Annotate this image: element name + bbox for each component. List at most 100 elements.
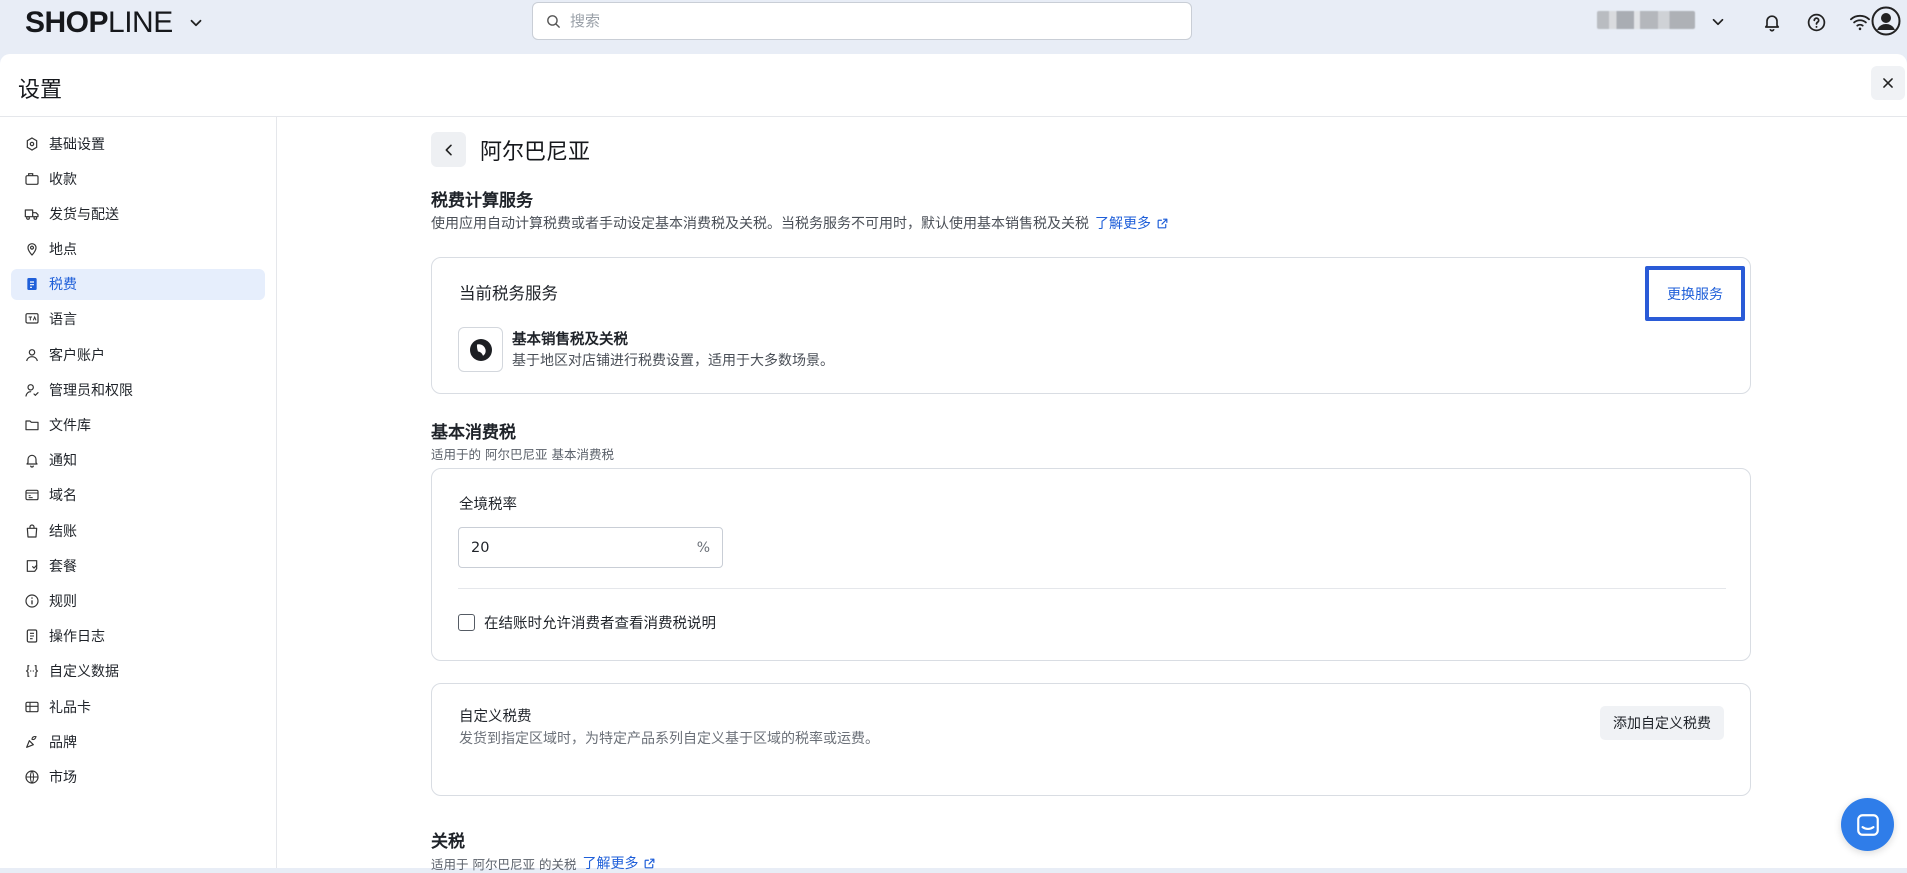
duties-desc: 适用于 阿尔巴尼亚 的关税 了解更多: [431, 853, 656, 873]
sidebar-item-15[interactable]: 自定义数据: [11, 656, 265, 687]
bell-icon[interactable]: [1759, 9, 1785, 35]
brand-icon: [24, 734, 40, 750]
sidebar-item-label: 客户账户: [49, 347, 105, 364]
divider: [458, 588, 1726, 589]
close-button[interactable]: [1871, 66, 1905, 100]
folder-icon: [24, 417, 40, 433]
shopline-tax-logo-icon: [469, 338, 492, 361]
sidebar-item-4[interactable]: 税费: [11, 268, 265, 300]
sidebar-item-label: 基础设置: [49, 136, 105, 153]
sidebar-item-13[interactable]: 规则: [11, 585, 265, 616]
show-tax-note-checkbox-row[interactable]: 在结账时允许消费者查看消费税说明: [458, 612, 716, 633]
show-tax-note-label: 在结账时允许消费者查看消费税说明: [484, 616, 716, 632]
sidebar-item-label: 税费: [49, 277, 77, 294]
tax-rate-field[interactable]: %: [458, 527, 723, 568]
domain-icon: [24, 487, 40, 503]
service-name: 基本销售税及关税: [512, 332, 628, 348]
basic-tax-card: 全境税率 % 在结账时允许消费者查看消费税说明: [431, 468, 1751, 661]
service-desc: 基于地区对店铺进行税费设置，适用于大多数场景。: [512, 353, 834, 369]
truck-icon: [24, 206, 40, 222]
tax-service-desc-text: 使用应用自动计算税费或者手动设定基本消费税及关税。当税务服务不可用时，默认使用基…: [431, 216, 1089, 232]
chevron-left-icon: [445, 144, 452, 155]
sidebar-item-label: 发货与配送: [49, 206, 119, 223]
sidebar-item-11[interactable]: 结账: [11, 515, 265, 546]
country-title: 阿尔巴尼亚: [480, 139, 591, 165]
store-switch-chevron-icon[interactable]: [1705, 9, 1731, 35]
add-custom-tax-button[interactable]: 添加自定义税费: [1600, 706, 1724, 740]
tax-service-desc: 使用应用自动计算税费或者手动设定基本消费税及关税。当税务服务不可用时，默认使用基…: [431, 213, 1169, 233]
user-icon: [24, 347, 40, 363]
page-header: 阿尔巴尼亚: [431, 132, 590, 167]
sidebar-item-3[interactable]: 地点: [11, 234, 265, 265]
gift-card-icon: [24, 699, 40, 715]
wifi-icon[interactable]: [1847, 9, 1873, 35]
back-button[interactable]: [431, 132, 466, 167]
sidebar-item-0[interactable]: 基础设置: [11, 128, 265, 159]
duties-learn-more-label: 了解更多: [582, 856, 639, 872]
account-icon[interactable]: [1871, 6, 1901, 36]
payment-icon: [24, 171, 40, 187]
sidebar-item-label: 套餐: [49, 558, 77, 575]
basic-tax-title: 基本消费税: [431, 423, 516, 443]
tax-service-title: 税费计算服务: [431, 191, 533, 211]
tax-rate-input[interactable]: [471, 539, 671, 556]
sidebar-item-label: 礼品卡: [49, 699, 91, 716]
chat-support-button[interactable]: [1841, 798, 1894, 851]
duties-learn-more-link[interactable]: 了解更多: [582, 853, 656, 873]
search-icon: [547, 14, 560, 28]
sidebar-item-label: 文件库: [49, 418, 91, 434]
sidebar-item-12[interactable]: 套餐: [11, 550, 265, 581]
logo-text-line: LINE: [108, 6, 173, 39]
store-settings-icon: [24, 136, 40, 152]
settings-sidebar: 基础设置收款发货与配送地点税费语言客户账户管理员和权限 文件库通知域名结账套餐规则…: [0, 117, 277, 868]
sidebar-item-5[interactable]: 语言: [11, 304, 265, 335]
language-icon: [24, 311, 40, 327]
bell-icon: [24, 452, 40, 468]
sidebar-item-1[interactable]: 收款: [11, 163, 265, 194]
sidebar-item-label: 域名: [49, 488, 77, 505]
sidebar-item-18[interactable]: 市场: [11, 761, 265, 792]
custom-tax-card: 自定义税费 发货到指定区域时，为特定产品系列自定义基于区域的税率或运费。 添加自…: [431, 683, 1751, 796]
sidebar-item-label: 收款: [49, 171, 77, 188]
external-link-icon: [1157, 218, 1168, 228]
sidebar-item-label: 通知: [49, 453, 77, 470]
sidebar-item-label: 地点: [49, 242, 77, 259]
sidebar-item-10[interactable]: 域名: [11, 480, 265, 511]
sidebar-item-8[interactable]: 文件库: [11, 410, 265, 441]
search-bar[interactable]: [532, 2, 1192, 40]
user-permission-icon: [24, 382, 40, 398]
store-name-blurred[interactable]: [1597, 11, 1695, 29]
chat-icon: [1856, 813, 1879, 836]
sidebar-item-label: 规则: [49, 593, 77, 610]
info-icon: [24, 593, 40, 609]
sidebar-item-label: 操作日志: [49, 629, 105, 646]
sidebar-item-6[interactable]: 客户账户: [11, 339, 265, 370]
basic-tax-desc: 适用于的 阿尔巴尼亚 基本消费税: [431, 447, 614, 462]
sidebar-item-9[interactable]: 通知: [11, 445, 265, 476]
learn-more-link[interactable]: 了解更多: [1095, 213, 1169, 233]
shopline-logo[interactable]: SHOP LINE: [25, 6, 205, 40]
help-icon[interactable]: [1803, 9, 1829, 35]
sidebar-item-14[interactable]: 操作日志: [11, 621, 265, 652]
sidebar-item-label: 自定义数据: [49, 664, 119, 681]
sidebar-item-label: 管理员和权限: [49, 382, 133, 399]
page-title: 设置: [18, 78, 63, 103]
tax-receipt-icon: [24, 276, 40, 292]
learn-more-label: 了解更多: [1095, 216, 1151, 232]
current-service-title: 当前税务服务: [459, 284, 558, 303]
sidebar-item-16[interactable]: 礼品卡: [11, 691, 265, 722]
location-pin-icon: [24, 241, 40, 257]
nationwide-rate-label: 全境税率: [459, 497, 517, 513]
search-input[interactable]: [570, 12, 1170, 30]
show-tax-note-checkbox[interactable]: [458, 614, 475, 631]
sidebar-item-17[interactable]: 品牌: [11, 726, 265, 757]
sidebar-item-label: 结账: [49, 523, 77, 540]
plan-icon: [24, 558, 40, 574]
change-service-button[interactable]: 更换服务: [1645, 266, 1745, 321]
sidebar-item-2[interactable]: 发货与配送: [11, 198, 265, 229]
chevron-down-icon[interactable]: [187, 14, 205, 32]
percent-unit: %: [696, 539, 710, 556]
sidebar-item-label: 品牌: [49, 734, 77, 751]
custom-data-icon: [24, 663, 40, 679]
sidebar-item-7[interactable]: 管理员和权限: [11, 374, 265, 405]
